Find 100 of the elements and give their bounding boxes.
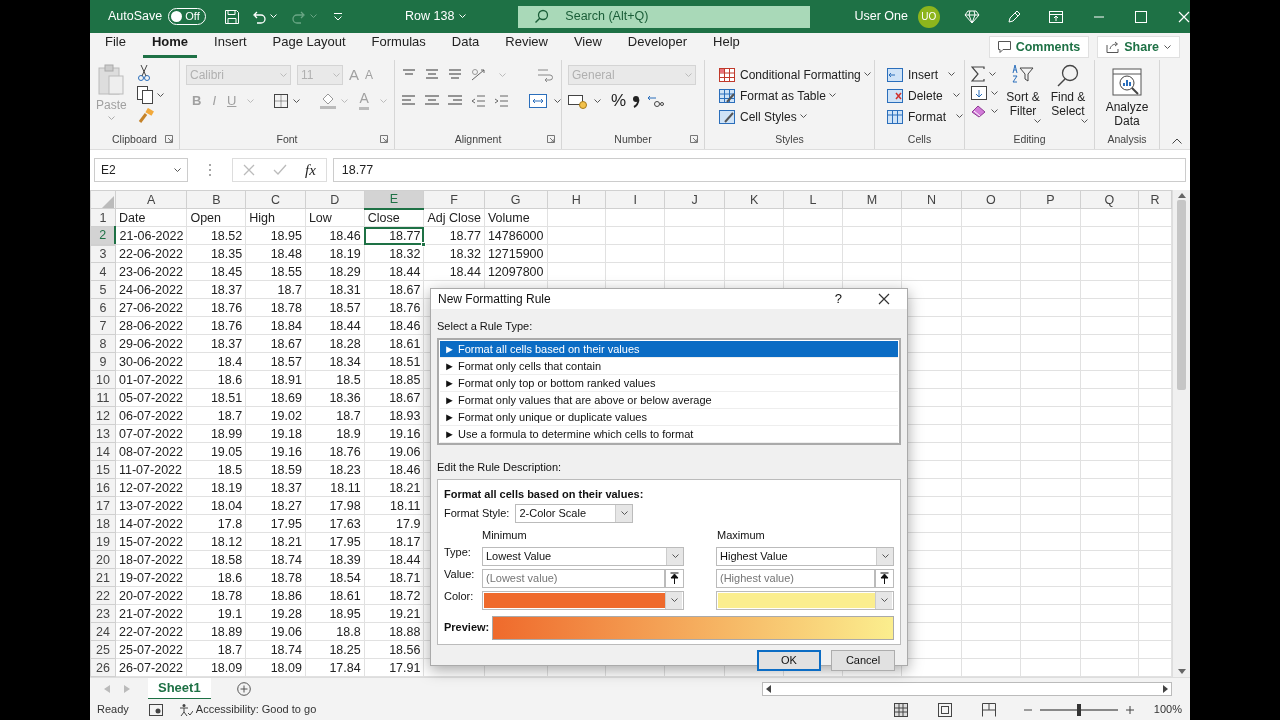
dialog-launcher-icon[interactable] [547,135,555,143]
table-cell[interactable]: 18.72 [364,586,424,605]
table-cell[interactable]: 18.8 [305,622,365,641]
table-cell[interactable]: 18.5 [186,460,246,479]
ribbon-menu-button[interactable]: Cell Styles [719,106,871,127]
table-cell[interactable]: 18.04 [186,496,246,515]
table-cell[interactable]: 18.61 [364,334,424,353]
pen-icon[interactable] [1006,8,1023,25]
ribbon-menu-button[interactable]: Format [887,106,963,127]
table-cell[interactable]: 18.61 [305,586,365,605]
macro-record-icon[interactable] [148,703,163,716]
table-cell[interactable]: Adj Close [423,208,485,227]
color-dropdown[interactable] [716,590,894,610]
table-cell[interactable]: 17.95 [305,532,365,551]
table-cell[interactable]: 18.44 [305,316,365,335]
column-header[interactable]: R [1138,190,1172,209]
table-cell[interactable]: 18.56 [364,640,424,659]
column-header[interactable]: K [724,190,784,209]
table-cell[interactable]: 18.59 [245,460,306,479]
table-cell[interactable]: 18.95 [245,226,306,245]
table-cell[interactable]: 18.9 [305,424,365,443]
table-cell[interactable]: 29-06-2022 [115,334,187,353]
table-cell[interactable]: 18.7 [305,406,365,425]
table-cell[interactable]: 18.57 [305,298,365,317]
table-cell[interactable]: 18.32 [423,244,485,263]
menu-tab[interactable]: Review [496,31,557,58]
table-cell[interactable]: 18.86 [245,586,306,605]
caret-icon[interactable] [989,71,996,77]
table-cell[interactable]: 18.76 [186,298,246,317]
caret-icon[interactable] [293,98,301,104]
table-cell[interactable]: 05-07-2022 [115,388,187,407]
collapse-ribbon-icon[interactable] [1172,138,1182,144]
menu-tab[interactable]: Help [704,31,749,58]
table-cell[interactable]: 18.67 [364,388,424,407]
table-cell[interactable]: 21-06-2022 [115,226,187,245]
table-cell[interactable]: 26-07-2022 [115,658,187,677]
table-cell[interactable]: 18.44 [364,550,424,569]
table-cell[interactable]: 18.36 [305,388,365,407]
table-cell[interactable]: Close [364,208,424,227]
table-cell[interactable]: 17.84 [305,658,365,677]
table-cell[interactable]: 12-07-2022 [115,478,187,497]
table-cell[interactable]: Low [305,208,365,227]
column-header[interactable]: I [605,190,665,209]
table-cell[interactable]: 18.37 [245,478,306,497]
table-cell[interactable]: 18.12 [186,532,246,551]
table-cell[interactable]: 18.6 [186,370,246,389]
caret-icon[interactable] [991,90,998,96]
ribbon-menu-button[interactable]: Conditional Formatting [719,64,871,85]
fill-color-icon[interactable] [319,93,338,109]
table-cell[interactable]: 18.28 [305,334,365,353]
table-cell[interactable]: 18.19 [186,478,246,497]
column-header[interactable]: C [245,190,306,209]
table-cell[interactable]: Volume [484,208,548,227]
scrollbar-thumb[interactable] [1177,200,1186,390]
column-header[interactable]: P [1020,190,1081,209]
caret-icon[interactable] [828,93,836,98]
save-icon[interactable] [223,8,240,25]
rule-type-list[interactable] [437,338,901,445]
table-cell[interactable]: 18.31 [305,280,365,299]
table-cell[interactable]: 18.6 [186,568,246,587]
menu-tab[interactable]: File [96,31,135,58]
table-cell[interactable]: 15-07-2022 [115,532,187,551]
table-cell[interactable]: 18.45 [186,262,246,281]
dialog-launcher-icon[interactable] [380,135,388,143]
caret-icon[interactable] [863,72,871,77]
table-cell[interactable]: 18.91 [245,370,306,389]
table-cell[interactable]: 18.93 [364,406,424,425]
table-cell[interactable]: 08-07-2022 [115,442,187,461]
column-header[interactable]: N [901,190,962,209]
zoom-slider-thumb[interactable] [1076,703,1081,716]
table-cell[interactable]: 12715900 [484,244,548,263]
table-cell[interactable]: 18.7 [186,640,246,659]
menu-tab[interactable]: Page Layout [263,31,355,58]
table-cell[interactable]: 18.77 [364,226,424,245]
comments-button[interactable]: Comments [988,36,1090,58]
list-item[interactable]: ► Format all cells based on their values [440,341,898,358]
table-cell[interactable]: 18.99 [186,424,246,443]
table-cell[interactable]: 18.74 [245,550,306,569]
borders-icon[interactable] [273,93,290,109]
table-cell[interactable]: 19.06 [245,622,306,641]
table-cell[interactable]: 19.28 [245,604,306,623]
table-cell[interactable]: 18.51 [364,352,424,371]
table-cell[interactable]: 18.25 [305,640,365,659]
currency-icon[interactable] [568,93,588,109]
table-cell[interactable]: 18-07-2022 [115,550,187,569]
table-cell[interactable]: 19.05 [186,442,246,461]
zoom-in-icon[interactable] [1125,705,1134,714]
caret-icon[interactable] [991,108,998,114]
scroll-right-icon[interactable] [1163,684,1168,693]
page-layout-icon[interactable] [937,702,952,717]
type-dropdown[interactable]: Lowest Value [482,546,684,566]
caret-icon[interactable] [670,597,678,603]
upload-range-icon[interactable] [665,568,684,588]
table-cell[interactable]: 18.69 [245,388,306,407]
column-header[interactable]: H [547,190,606,209]
table-cell[interactable]: 18.44 [364,262,424,281]
analyze-data-button[interactable]: Analyze Data [1101,67,1153,128]
table-cell[interactable]: 14-07-2022 [115,514,187,533]
page-break-icon[interactable] [981,702,996,717]
table-cell[interactable]: Date [115,208,187,227]
